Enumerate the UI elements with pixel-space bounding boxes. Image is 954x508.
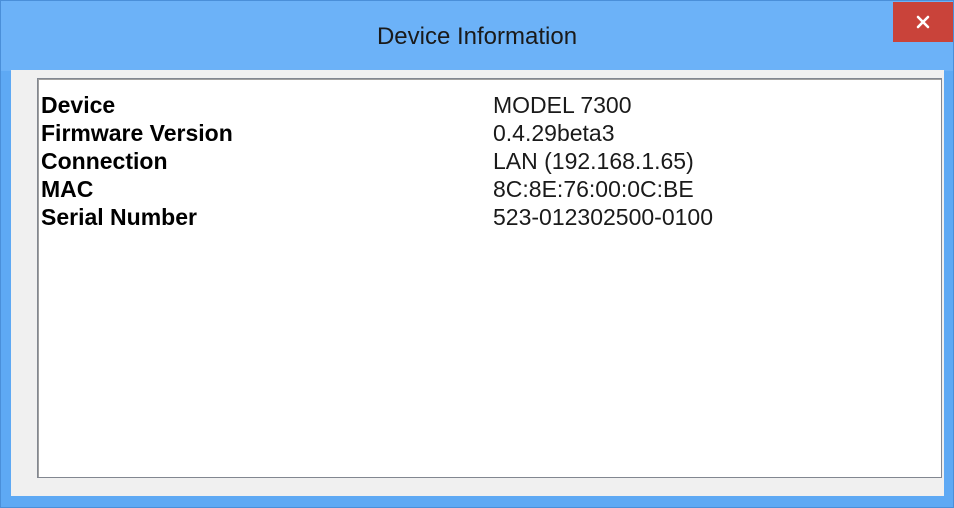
info-value: 523-012302500-0100 — [493, 204, 713, 230]
info-row-device: Device MODEL 7300 — [38, 91, 941, 119]
info-value: LAN (192.168.1.65) — [493, 148, 694, 174]
info-label: Serial Number — [41, 204, 197, 230]
info-row-mac: MAC 8C:8E:76:00:0C:BE — [38, 175, 941, 203]
info-row-serial-number: Serial Number 523-012302500-0100 — [38, 203, 941, 231]
info-label: Connection — [41, 148, 168, 174]
info-label: Firmware Version — [41, 120, 233, 146]
dialog-client-area: Device MODEL 7300 Firmware Version 0.4.2… — [11, 70, 944, 496]
device-info-panel: Device MODEL 7300 Firmware Version 0.4.2… — [37, 78, 942, 478]
device-information-dialog: Device Information Device MODEL 7300 Fir… — [0, 0, 954, 508]
info-row-connection: Connection LAN (192.168.1.65) — [38, 147, 941, 175]
close-button[interactable] — [893, 2, 953, 42]
info-value: MODEL 7300 — [493, 92, 632, 118]
close-icon — [916, 15, 930, 29]
info-row-firmware-version: Firmware Version 0.4.29beta3 — [38, 119, 941, 147]
info-value: 0.4.29beta3 — [493, 120, 615, 146]
info-label: MAC — [41, 176, 94, 202]
window-title: Device Information — [376, 23, 578, 50]
info-label: Device — [41, 92, 116, 118]
info-value: 8C:8E:76:00:0C:BE — [493, 176, 694, 202]
title-bar[interactable]: Device Information — [1, 1, 953, 71]
